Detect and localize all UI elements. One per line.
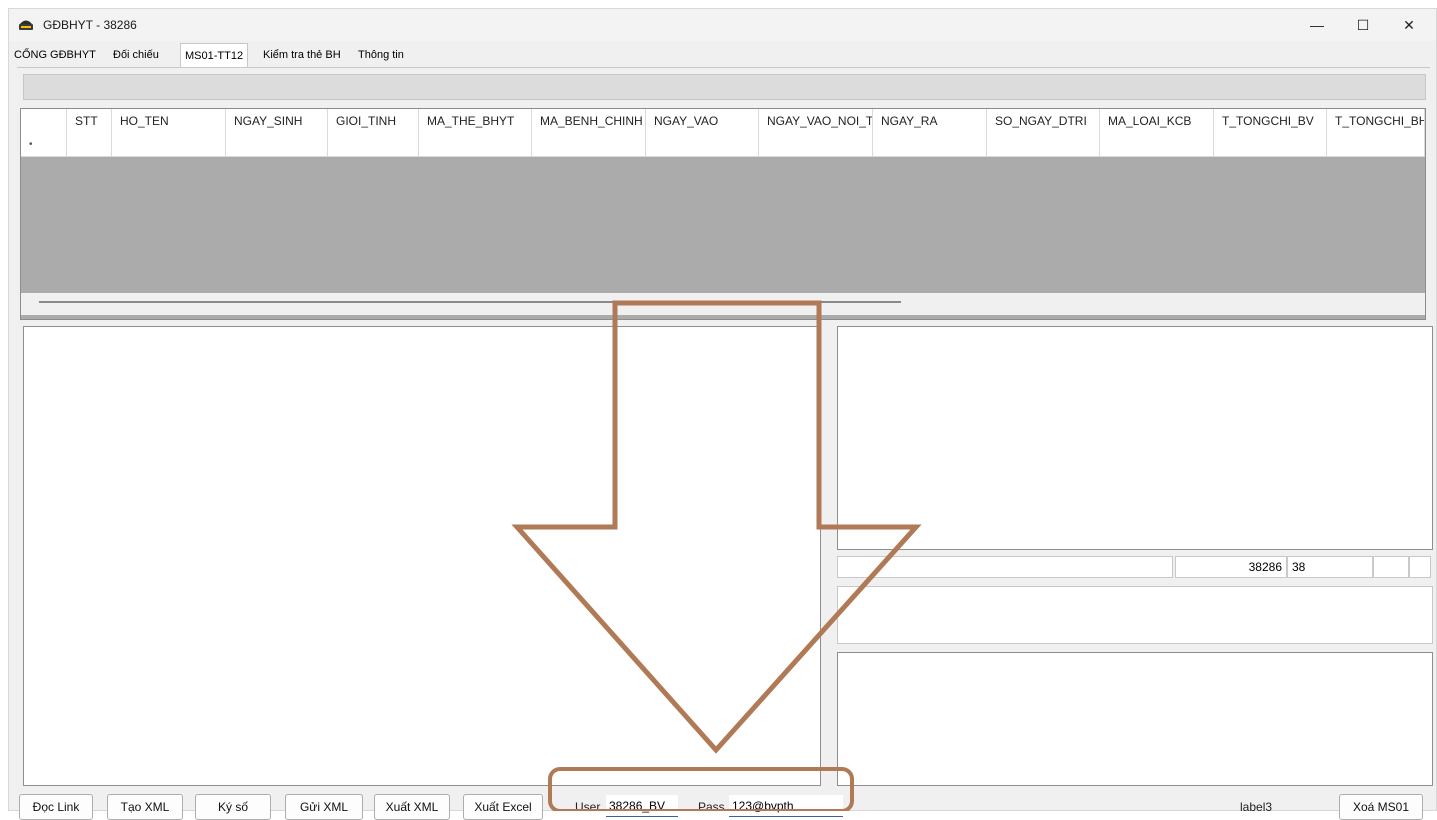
tab-thong-tin[interactable]: Thông tin (354, 45, 408, 67)
row-header-cell: • (21, 133, 67, 156)
maximize-button[interactable]: ☐ (1340, 9, 1386, 41)
xuat-xml-button[interactable]: Xuất XML (374, 794, 450, 820)
tab-strip: CỔNG GĐBHYT Đối chiếu MS01-TT12 Kiểm tra… (9, 43, 1436, 67)
left-panel[interactable] (23, 326, 821, 786)
grid-cell[interactable] (419, 133, 532, 156)
column-header[interactable]: STT (67, 109, 112, 133)
row-header-cell (21, 109, 67, 133)
app-window: GĐBHYT - 38286 — ☐ ✕ CỔNG GĐBHYT Đối chi… (8, 8, 1437, 820)
xuat-excel-button[interactable]: Xuất Excel (463, 794, 543, 820)
window-title: GĐBHYT - 38286 (43, 18, 137, 32)
column-header[interactable]: NGAY_VAO_NOI_T (759, 109, 873, 133)
column-header[interactable]: MA_THE_BHYT (419, 109, 532, 133)
right-panel-bottom[interactable] (837, 652, 1433, 786)
grid-cell[interactable] (759, 133, 873, 156)
tab-content: STT HO_TEN NGAY_SINH GIOI_TINH MA_THE_BH… (17, 67, 1433, 820)
right-panel-top[interactable] (837, 326, 1433, 550)
column-header[interactable]: MA_BENH_CHINH (532, 109, 646, 133)
grid-cell[interactable] (1327, 133, 1425, 156)
tab-ms01-tt12[interactable]: MS01-TT12 (180, 43, 249, 67)
grid-cell[interactable] (328, 133, 419, 156)
column-header[interactable]: NGAY_SINH (226, 109, 328, 133)
tab-doi-chieu[interactable]: Đối chiếu (109, 45, 163, 67)
tab-cong-gdbhyt[interactable]: CỔNG GĐBHYT (10, 45, 100, 67)
grid-header: STT HO_TEN NGAY_SINH GIOI_TINH MA_THE_BH… (21, 109, 1425, 134)
grid-cell[interactable] (1100, 133, 1214, 156)
grid-cell[interactable] (987, 133, 1100, 156)
status-cell (1373, 556, 1409, 578)
column-header[interactable]: T_TONGCHI_BH (1327, 109, 1425, 133)
grid-cell[interactable] (873, 133, 987, 156)
grid-cell[interactable] (1214, 133, 1327, 156)
status-cell (1409, 556, 1431, 578)
column-header[interactable]: SO_NGAY_DTRI (987, 109, 1100, 133)
grid-cell[interactable] (532, 133, 646, 156)
column-header[interactable]: T_TONGCHI_BV (1214, 109, 1327, 133)
grid-cell[interactable] (67, 133, 112, 156)
title-bar[interactable]: GĐBHYT - 38286 — ☐ ✕ (9, 9, 1436, 41)
scrollbar-thumb[interactable] (39, 301, 901, 303)
grid-cell[interactable] (646, 133, 759, 156)
close-button[interactable]: ✕ (1386, 9, 1432, 41)
grid-cell[interactable] (226, 133, 328, 156)
user-input[interactable] (606, 795, 678, 817)
label3-text: label3 (1240, 800, 1273, 814)
data-grid[interactable]: STT HO_TEN NGAY_SINH GIOI_TINH MA_THE_BH… (20, 108, 1426, 320)
horizontal-scrollbar[interactable] (21, 293, 1425, 315)
column-header[interactable]: NGAY_RA (873, 109, 987, 133)
right-panel-middle[interactable] (837, 586, 1433, 644)
minimize-button[interactable]: — (1294, 9, 1340, 41)
tab-kiem-tra-the-bh[interactable]: Kiểm tra thẻ BH (259, 45, 345, 67)
column-header[interactable]: GIOI_TINH (328, 109, 419, 133)
column-header[interactable]: MA_LOAI_KCB (1100, 109, 1214, 133)
status-code: 38286 (1175, 556, 1287, 578)
column-header[interactable]: NGAY_VAO (646, 109, 759, 133)
tao-xml-button[interactable]: Tạo XML (107, 794, 183, 820)
column-header[interactable]: HO_TEN (112, 109, 226, 133)
status-cell (837, 556, 1173, 578)
pass-input[interactable] (729, 795, 843, 817)
status-value: 38 (1287, 556, 1373, 578)
ky-so-button[interactable]: Ký số (195, 794, 271, 820)
app-logo-icon (19, 20, 33, 30)
toolbar-strip (23, 74, 1426, 100)
pass-label: Pass (698, 800, 725, 814)
status-row: 38286 38 (837, 556, 1431, 578)
grid-cell[interactable] (112, 133, 226, 156)
xoa-ms01-button[interactable]: Xoá MS01 (1339, 794, 1423, 820)
doc-link-button[interactable]: Đọc Link (19, 794, 93, 820)
user-label: User (575, 800, 601, 814)
gui-xml-button[interactable]: Gửi XML (285, 794, 363, 820)
table-row[interactable]: • (21, 133, 1425, 157)
new-row-marker: • (29, 139, 33, 150)
